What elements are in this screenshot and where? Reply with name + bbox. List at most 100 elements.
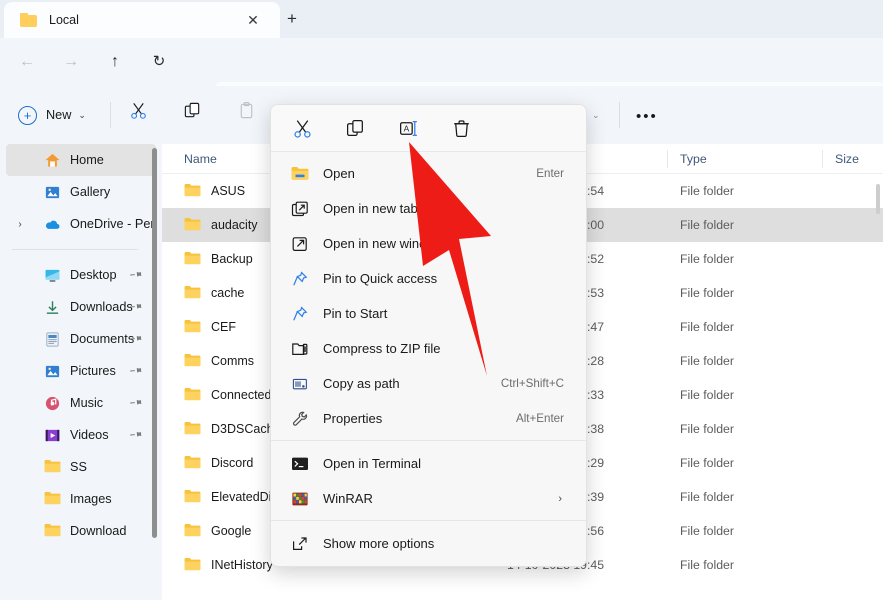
chevron-right-icon[interactable]: › (14, 219, 26, 230)
downloads-icon (44, 299, 61, 316)
menu-item-pin-to-quick-access[interactable]: Pin to Quick access (275, 261, 582, 296)
folder-icon (184, 319, 201, 334)
folder-icon (184, 421, 201, 436)
file-type: File folder (680, 218, 734, 232)
pin-icon (291, 270, 309, 288)
file-list-scrollbar[interactable] (876, 184, 880, 214)
delete-icon[interactable] (440, 111, 483, 145)
folder-icon (44, 491, 61, 508)
sidebar-item-label: OneDrive - Perso (70, 217, 156, 231)
context-menu: A Open Enter Open in new tabOpen in new wi… (270, 104, 587, 567)
menu-item-label: Open (323, 166, 355, 181)
pin-icon[interactable] (127, 394, 145, 412)
more-options-button[interactable]: ••• (636, 108, 658, 125)
new-window-icon (291, 235, 309, 253)
zip-icon (291, 340, 309, 358)
menu-item-compress-to-zip-file[interactable]: Compress to ZIP file (275, 331, 582, 366)
sidebar-item-label: Gallery (70, 185, 110, 199)
desktop-icon (44, 267, 61, 284)
divider (619, 102, 620, 128)
context-menu-divider (271, 440, 586, 441)
new-button[interactable]: + New ⌄ (18, 103, 86, 127)
file-type: File folder (680, 558, 734, 572)
sidebar-item-desktop[interactable]: Desktop (6, 259, 156, 291)
sidebar-item-videos[interactable]: Videos (6, 419, 156, 451)
rename-icon[interactable]: A (387, 111, 430, 145)
folder-icon (184, 387, 201, 402)
refresh-icon[interactable]: ↻ (146, 49, 172, 75)
menu-item-open[interactable]: Open Enter (275, 156, 582, 191)
file-name: Backup (211, 252, 253, 266)
copy-icon[interactable] (334, 111, 377, 145)
menu-item-open-in-new-window[interactable]: Open in new window (275, 226, 582, 261)
forward-icon[interactable]: → (58, 49, 84, 75)
back-icon[interactable]: ← (14, 49, 40, 75)
sidebar-item-music[interactable]: Music (6, 387, 156, 419)
chevron-down-icon[interactable]: ⌄ (592, 110, 600, 121)
menu-item-shortcut: Alt+Enter (516, 412, 564, 425)
file-name: audacity (211, 218, 258, 232)
context-menu-icon-row: A (271, 105, 586, 152)
sidebar-item-label: Documents (70, 332, 134, 346)
sidebar-item-label: Home (70, 153, 104, 167)
sidebar-item-pictures[interactable]: Pictures (6, 355, 156, 387)
folder-icon (184, 353, 201, 368)
tab-local[interactable]: Local ✕ (4, 2, 280, 38)
file-type: File folder (680, 456, 734, 470)
new-tab-button[interactable]: + (282, 9, 302, 29)
menu-item-pin-to-start[interactable]: Pin to Start (275, 296, 582, 331)
menu-item-label: Pin to Start (323, 306, 387, 321)
sidebar-item-label: Pictures (70, 364, 116, 378)
column-header-type[interactable]: Type (680, 152, 707, 166)
pin-icon[interactable] (127, 266, 145, 284)
file-type: File folder (680, 490, 734, 504)
pin-icon[interactable] (127, 426, 145, 444)
menu-item-open-in-terminal[interactable]: Open in Terminal (275, 446, 582, 481)
new-button-label: New (46, 108, 71, 122)
menu-item-label: Pin to Quick access (323, 271, 437, 286)
sidebar-item-gallery[interactable]: Gallery (6, 176, 156, 208)
chevron-right-icon[interactable]: › (558, 493, 562, 505)
menu-item-properties[interactable]: PropertiesAlt+Enter (275, 401, 582, 436)
sidebar-scrollbar[interactable] (152, 148, 157, 538)
sidebar-item-label: Downloads (70, 300, 133, 314)
tab-label: Local (49, 13, 79, 27)
up-icon[interactable]: ↑ (102, 49, 128, 75)
folder-icon (44, 523, 61, 540)
menu-item-winrar[interactable]: WinRAR› (275, 481, 582, 516)
file-name: cache (211, 286, 244, 300)
file-name: ASUS (211, 184, 245, 198)
pin-icon[interactable] (127, 362, 145, 380)
close-icon[interactable]: ✕ (244, 11, 262, 29)
sidebar-item-onedrive-perso[interactable]: › OneDrive - Perso (6, 208, 156, 240)
menu-item-shortcut: Ctrl+Shift+C (501, 377, 564, 390)
sidebar-item-download[interactable]: Download (6, 515, 156, 547)
menu-item-show-more-options[interactable]: Show more options (275, 526, 582, 561)
cut-icon[interactable] (281, 111, 324, 145)
menu-item-shortcut: Enter (536, 167, 564, 180)
cut-icon[interactable] (123, 101, 153, 129)
pictures-icon (44, 363, 61, 380)
folder-icon (184, 455, 201, 470)
sidebar-item-documents[interactable]: Documents (6, 323, 156, 355)
sidebar-item-downloads[interactable]: Downloads (6, 291, 156, 323)
sidebar-item-label: Images (70, 492, 112, 506)
folder-icon (184, 251, 201, 266)
file-type: File folder (680, 320, 734, 334)
folder-icon (184, 183, 201, 198)
sidebar-item-ss[interactable]: SS (6, 451, 156, 483)
sidebar-item-images[interactable]: Images (6, 483, 156, 515)
folder-icon (44, 459, 61, 476)
file-type: File folder (680, 524, 734, 538)
folder-icon (184, 489, 201, 504)
pin-icon (291, 305, 309, 323)
column-header-size[interactable]: Size (835, 152, 859, 166)
sidebar-divider (12, 249, 138, 250)
copy-icon[interactable] (177, 101, 207, 129)
column-header-name[interactable]: Name (184, 152, 217, 166)
sidebar-item-home[interactable]: Home (6, 144, 156, 176)
context-menu-divider (271, 520, 586, 521)
menu-item-open-in-new-tab[interactable]: Open in new tab (275, 191, 582, 226)
menu-item-copy-as-path[interactable]: Copy as pathCtrl+Shift+C (275, 366, 582, 401)
music-icon (44, 395, 61, 412)
